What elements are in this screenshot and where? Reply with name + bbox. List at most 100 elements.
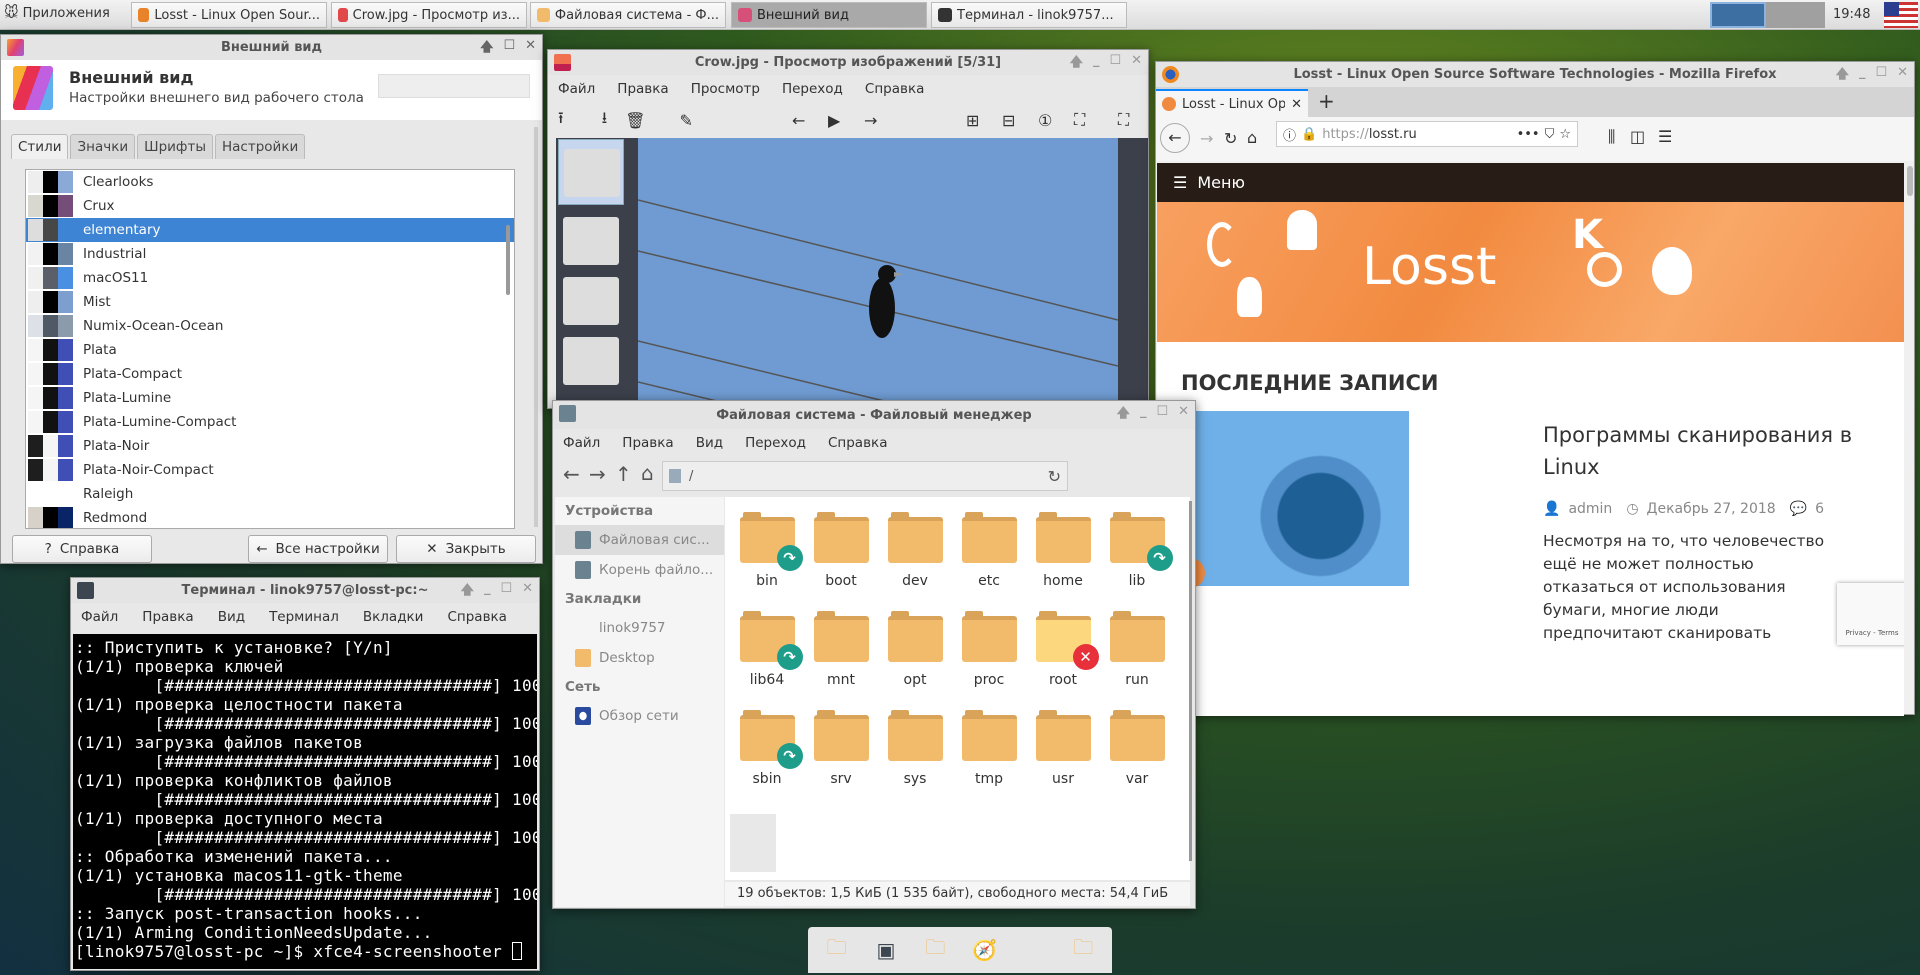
theme-row[interactable]: Redmond	[26, 506, 514, 528]
terminal-output[interactable]: :: Приступить к установке? [Y/n] (1/1) пр…	[73, 634, 537, 969]
menu-item[interactable]: Справка	[828, 435, 887, 451]
hamburger-menu-icon[interactable]: ☰	[1658, 127, 1672, 146]
close-icon[interactable]: ✕	[1131, 53, 1142, 75]
theme-row[interactable]: Mist	[26, 290, 514, 314]
file-item[interactable]: ↷ bin	[730, 512, 804, 589]
close-button[interactable]: ✕ Закрыть	[396, 535, 536, 563]
theme-row[interactable]: Plata-Noir-Compact	[26, 458, 514, 482]
open-icon[interactable]: ⭱	[558, 107, 564, 134]
close-icon[interactable]: ✕	[1897, 65, 1908, 87]
menu-item[interactable]: Правка	[617, 81, 668, 97]
file-item[interactable]: etc	[952, 512, 1026, 589]
theme-list[interactable]: Clearlooks Crux elementary Industrial macOS1…	[25, 169, 515, 529]
file-item[interactable]: ↷Moscow	[730, 814, 804, 880]
taskbar-button[interactable]: Терминал - linok9757...	[931, 2, 1127, 28]
url-bar[interactable]: ⓘ 🔒 https://losst.ru ••• ⛉ ☆	[1276, 121, 1578, 147]
play-icon[interactable]: ▶	[828, 111, 840, 130]
shade-icon[interactable]: 🡅	[1117, 404, 1130, 426]
bookmark-star-icon[interactable]: ☆	[1559, 127, 1571, 142]
post-title[interactable]: Программы сканирования в Linux	[1543, 419, 1873, 483]
sidebar-item[interactable]: Обзор сети	[555, 701, 724, 731]
post-thumbnail[interactable]	[1188, 411, 1409, 586]
taskbar-button[interactable]: Crow.jpg - Просмотр из...	[331, 2, 527, 28]
folder-icon[interactable]: 🗀	[917, 932, 953, 968]
file-item[interactable]: boot	[804, 512, 878, 589]
back-icon[interactable]: ←	[563, 462, 580, 486]
fullscreen-icon[interactable]: ⛶	[1118, 110, 1129, 130]
file-item[interactable]: proc	[952, 611, 1026, 688]
help-button[interactable]: ? Справка	[12, 535, 152, 563]
maximize-icon[interactable]: ☐	[1109, 53, 1121, 75]
edit-icon[interactable]: ✎	[680, 111, 693, 130]
menu-item[interactable]: Правка	[142, 609, 193, 625]
browser-tab[interactable]: Losst - Linux Open Source ✕	[1156, 89, 1308, 117]
zoom-fit-icon[interactable]: ⛶	[1074, 110, 1085, 130]
menu-item[interactable]: Файл	[558, 81, 595, 97]
menu-item[interactable]: Вид	[218, 609, 245, 625]
taskbar-button[interactable]: Losst - Linux Open Sour...	[131, 2, 327, 28]
minimize-icon[interactable]: _	[1859, 65, 1866, 87]
zoom-100-icon[interactable]: ①	[1038, 111, 1052, 130]
sidebar-item[interactable]: Desktop	[555, 643, 724, 673]
minimize-icon[interactable]: _	[1093, 53, 1100, 75]
library-icon[interactable]: ⫼	[1608, 127, 1615, 147]
theme-row[interactable]: Crux	[26, 194, 514, 218]
theme-row[interactable]: macOS11	[26, 266, 514, 290]
theme-row[interactable]: Raleigh	[26, 482, 514, 506]
us-flag-icon[interactable]	[1884, 2, 1918, 28]
recaptcha-badge[interactable]: Privacy - Terms	[1837, 583, 1904, 645]
site-menu[interactable]: ☰ Меню	[1157, 163, 1904, 202]
zoom-out-icon[interactable]: ⊟	[1002, 111, 1015, 130]
theme-row[interactable]: Plata	[26, 338, 514, 362]
close-icon[interactable]: ✕	[1178, 404, 1189, 426]
zoom-in-icon[interactable]: ⊞	[966, 111, 979, 130]
info-icon[interactable]: ⓘ	[1283, 125, 1296, 144]
previous-icon[interactable]: ←	[792, 111, 805, 130]
theme-row[interactable]: Plata-Compact	[26, 362, 514, 386]
minimize-icon[interactable]: _	[1140, 404, 1147, 426]
search-icon[interactable]: 🔍	[1016, 932, 1052, 968]
page-scrollbar[interactable]	[1907, 166, 1913, 196]
save-icon[interactable]: ⭳	[602, 107, 608, 134]
theme-row[interactable]: Industrial	[26, 242, 514, 266]
taskbar-button[interactable]: Файловая система - Ф...	[530, 2, 726, 28]
file-manager-icon[interactable]: 🗀	[819, 932, 855, 968]
image-canvas[interactable]	[628, 138, 1148, 410]
forward-icon[interactable]: →	[589, 462, 606, 486]
theme-row[interactable]: Numix-Ocean-Ocean	[26, 314, 514, 338]
browser-icon[interactable]: 🧭	[967, 932, 1003, 968]
grid-scrollbar[interactable]	[1189, 501, 1192, 861]
pocket-icon[interactable]: ⛉	[1545, 127, 1555, 142]
window-scrollbar[interactable]	[534, 127, 538, 527]
forward-button[interactable]: →	[1200, 129, 1213, 148]
menu-item[interactable]: Файл	[563, 435, 600, 451]
file-item[interactable]: dev	[878, 512, 952, 589]
sidebar-item[interactable]: Файловая сис...	[555, 525, 724, 555]
home-button[interactable]: ⌂	[1247, 128, 1257, 147]
shade-icon[interactable]: 🡅	[1836, 65, 1849, 87]
up-icon[interactable]: ↑	[615, 462, 632, 486]
thumbnail-selected[interactable]	[558, 139, 624, 205]
back-button[interactable]: ←	[1160, 123, 1190, 153]
menu-item[interactable]: Правка	[622, 435, 673, 451]
file-item[interactable]: ↷ sbin	[730, 710, 804, 787]
menu-item[interactable]: Переход	[745, 435, 806, 451]
post-comments[interactable]: 6	[1815, 501, 1824, 517]
delete-icon[interactable]: 🗑	[625, 111, 645, 130]
thumbnail[interactable]	[563, 277, 619, 325]
file-item[interactable]: sys	[878, 710, 952, 787]
menu-item[interactable]: Вид	[696, 435, 723, 451]
shade-icon[interactable]: 🡅	[480, 38, 493, 60]
file-item[interactable]: ↷ lib	[1100, 512, 1174, 589]
search-input[interactable]	[378, 74, 530, 98]
all-settings-button[interactable]: ← Все настройки	[248, 535, 388, 563]
maximize-icon[interactable]: ☐	[503, 38, 515, 60]
file-item[interactable]: ✕ root	[1026, 611, 1100, 688]
reload-icon[interactable]: ↻	[1048, 467, 1061, 486]
file-item[interactable]: tmp	[952, 710, 1026, 787]
sidebar-icon[interactable]: ◫	[1630, 127, 1645, 146]
theme-row[interactable]: Clearlooks	[26, 170, 514, 194]
theme-row[interactable]: Plata-Noir	[26, 434, 514, 458]
folder-icon[interactable]: 🗀	[1065, 932, 1101, 968]
theme-row[interactable]: Plata-Lumine	[26, 386, 514, 410]
